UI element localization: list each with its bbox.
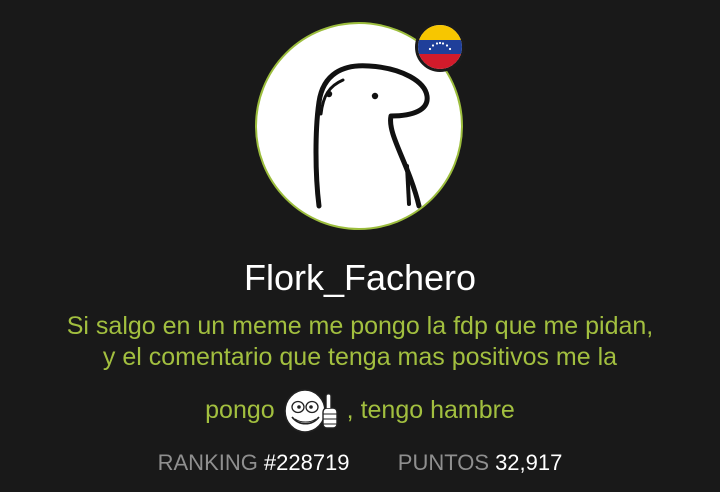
thumbs-up-rage-face-icon (279, 386, 343, 434)
username: Flork_Fachero (243, 257, 477, 298)
venezuela-flag-icon (415, 22, 465, 72)
points-label: PUNTOS (397, 450, 490, 475)
avatar-container (255, 22, 465, 230)
bio-line-3-end: , tengo hambre (346, 396, 515, 424)
ranking-value: #228719 (263, 450, 350, 475)
bio-line-2: y el comentario que tenga mas positivos … (102, 343, 618, 371)
bio-line-3-start: pongo (205, 396, 275, 424)
points-value: 32,917 (495, 450, 563, 475)
bio-line-3: pongo , tengo hambre (0, 386, 720, 434)
ranking-label: RANKING (157, 450, 258, 475)
profile-stats: RANKING #228719 PUNTOS 32,917 (0, 449, 720, 477)
profile-header: Flork_Fachero Si salgo en un meme me pon… (0, 0, 720, 492)
bio-line-1: Si salgo en un meme me pongo la fdp que … (66, 312, 654, 340)
